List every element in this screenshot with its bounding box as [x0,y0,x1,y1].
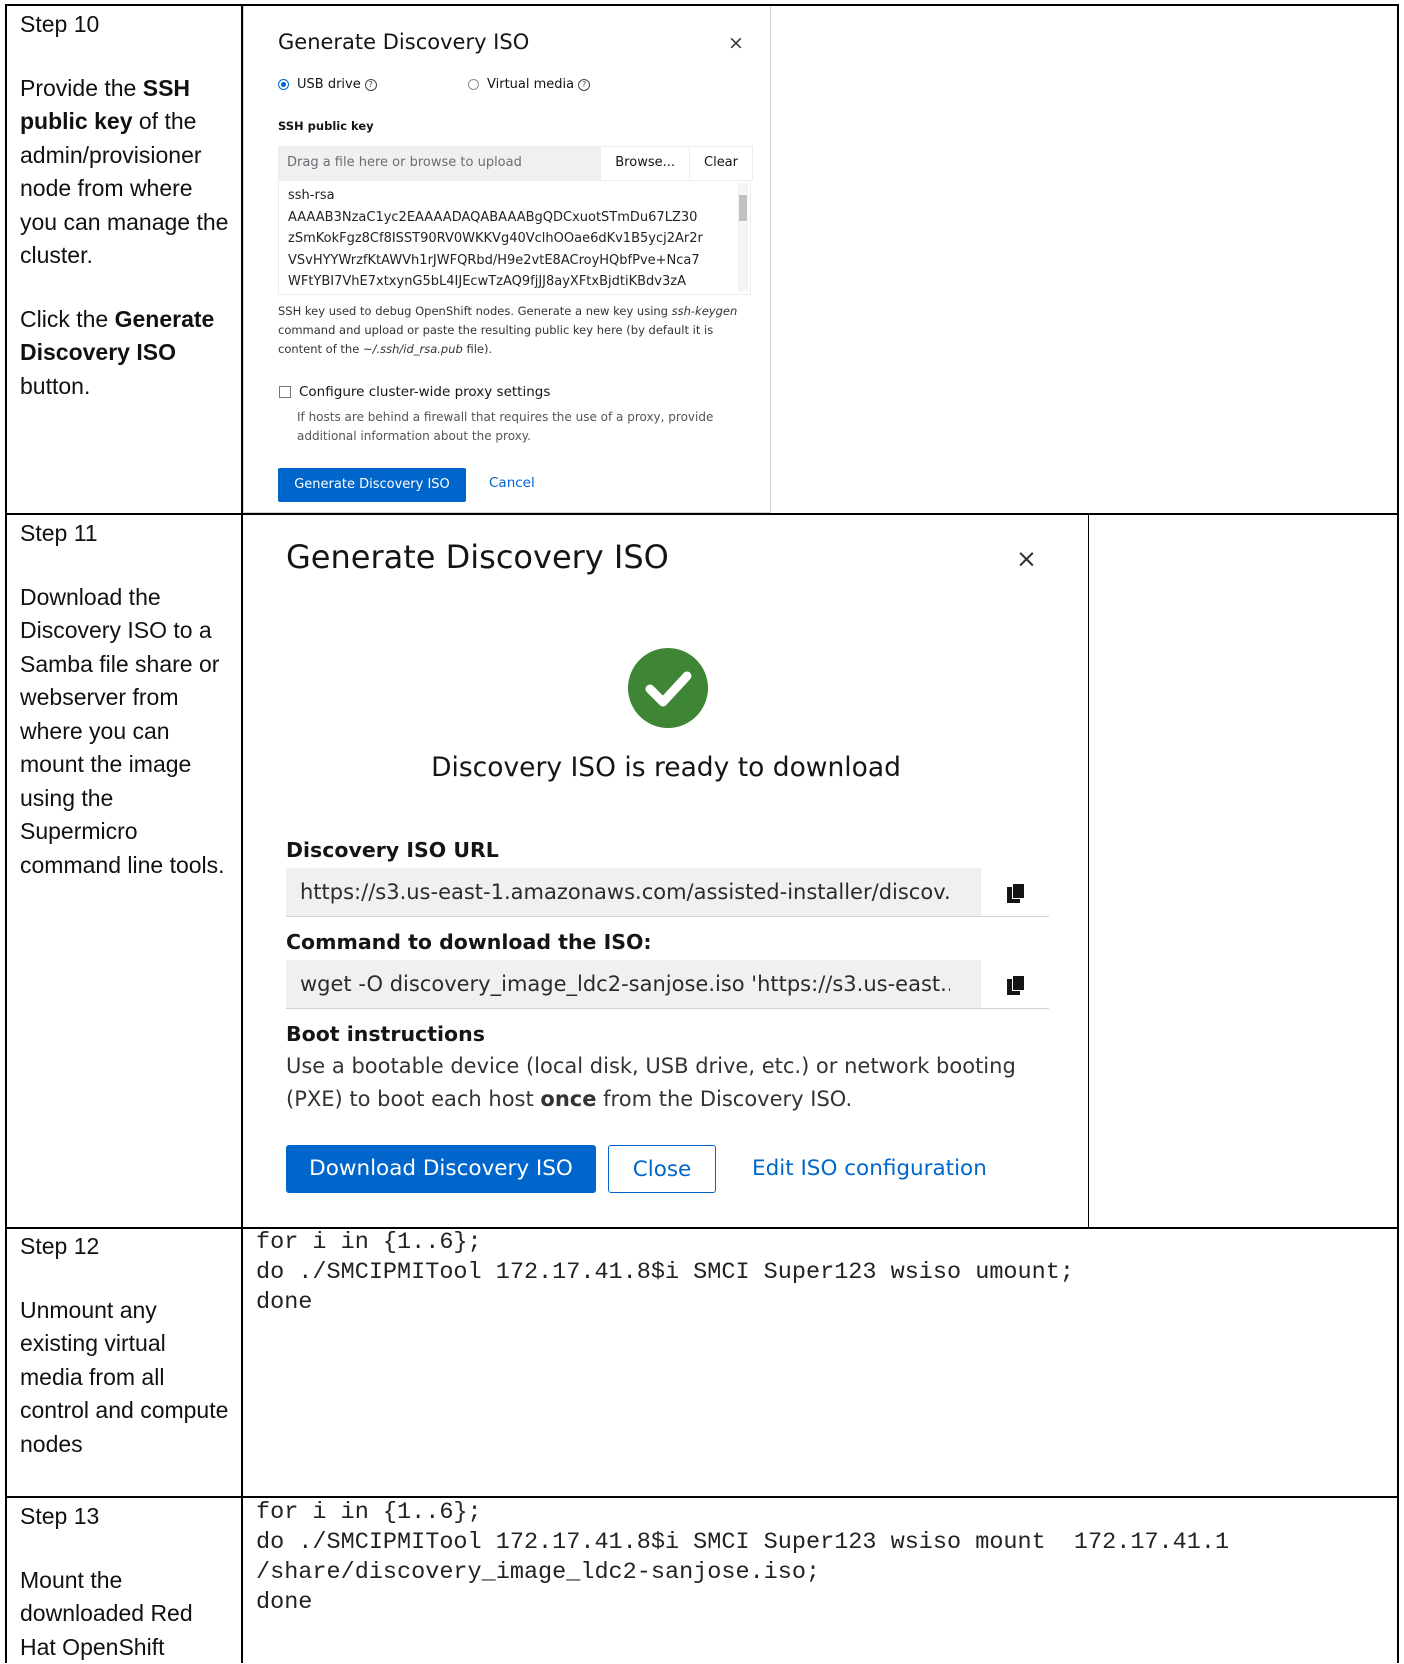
copy-icon [1007,975,1025,995]
row-divider-11 [5,513,1399,515]
command-field: wget -O discovery_image_ldc2-sanjose.iso… [286,960,1049,1009]
step-text: Provide the SSH public key of the admin/… [20,72,230,273]
ssh-key-helper-text: SSH key used to debug OpenShift nodes. G… [278,302,748,359]
iso-url-label: Discovery ISO URL [286,838,499,862]
success-check-icon [628,648,708,728]
boot-instructions-heading: Boot instructions [286,1022,485,1046]
key-line: VSvHYYWrzfKtAWVh1rJWFQRbd/H9e2vtE8ACroyH… [288,250,750,272]
close-icon[interactable]: × [1016,544,1037,573]
key-line: AAAAB3NzaC1yc2EAAAADAQABAAABgQDCxuotSTmD… [288,207,750,229]
step-title: Step 12 [20,1230,230,1264]
boot-instructions-text: Use a bootable device (local disk, USB d… [286,1050,1066,1116]
copy-url-button[interactable] [980,868,1049,916]
iso-url-field: https://s3.us-east-1.amazonaws.com/assis… [286,868,1049,917]
checkbox-icon [279,386,291,398]
code-block-unmount: for i in {1..6}; do ./SMCIPMITool 172.17… [256,1228,1074,1318]
ready-message: Discovery ISO is ready to download [286,752,1046,783]
scrollbar[interactable] [738,183,748,291]
generate-iso-dialog-step10: Generate Discovery ISO × USB drive ? Vir… [243,6,771,513]
iso-url-value[interactable]: https://s3.us-east-1.amazonaws.com/assis… [300,880,950,904]
step11-image-edge [1088,513,1089,1227]
ssh-key-textarea[interactable]: ssh-rsa AAAAB3NzaC1yc2EAAAADAQABAAABgQDC… [278,180,751,295]
proxy-helper-text: If hosts are behind a firewall that requ… [297,408,757,446]
dialog-title: Generate Discovery ISO [286,538,669,576]
dialog-title: Generate Discovery ISO [278,30,529,54]
key-line: WFtYBI7VhE7xtxynG5bL4IJEcwTzAQ9fjJJ8ayXF… [288,271,750,293]
step-text-2: Click the Generate Discovery ISO button. [20,303,230,404]
ssh-key-label: SSH public key [278,119,374,133]
copy-command-button[interactable] [980,960,1049,1008]
code-block-mount: for i in {1..6}; do ./SMCIPMITool 172.17… [256,1498,1229,1618]
radio-virtual-media[interactable]: Virtual media ? [468,77,590,92]
step-title: Step 11 [20,517,230,551]
command-value[interactable]: wget -O discovery_image_ldc2-sanjose.iso… [300,972,950,996]
cancel-button[interactable]: Cancel [489,475,535,491]
edit-iso-config-link[interactable]: Edit ISO configuration [752,1145,1002,1193]
step-title: Step 10 [20,8,230,42]
step12-description: Step 12 Unmount any existing virtual med… [20,1230,230,1461]
generate-iso-button[interactable]: Generate Discovery ISO [278,468,466,502]
key-line: zSmKokFgz8Cf8ISST90RV0WKKVg40VclhOOae6dK… [288,228,750,250]
copy-icon [1007,883,1025,903]
close-icon[interactable]: × [728,32,744,54]
close-button[interactable]: Close [608,1145,716,1193]
table-border-left [5,4,7,1663]
step-title: Step 13 [20,1500,230,1534]
radio-selected-icon [278,79,289,90]
help-icon[interactable]: ? [365,79,377,91]
browse-button[interactable]: Browse... [600,147,689,180]
download-iso-button[interactable]: Download Discovery ISO [286,1145,596,1193]
table-border-right [1397,4,1399,1663]
help-icon[interactable]: ? [578,79,590,91]
step-text: Unmount any existing virtual media from … [20,1294,230,1462]
step-text: Download the Discovery ISO to a Samba fi… [20,581,230,883]
step11-description: Step 11 Download the Discovery ISO to a … [20,517,230,882]
upload-dropzone[interactable]: Drag a file here or browse to upload [279,147,600,180]
step10-description: Step 10 Provide the SSH public key of th… [20,8,230,403]
radio-usb-drive[interactable]: USB drive ? [278,77,377,92]
step13-description: Step 13 Mount the downloaded Red Hat Ope… [20,1500,230,1664]
clear-button[interactable]: Clear [689,147,752,180]
command-label: Command to download the ISO: [286,930,652,954]
radio-unselected-icon [468,79,479,90]
file-upload: Drag a file here or browse to upload Bro… [278,146,753,181]
proxy-checkbox[interactable]: Configure cluster-wide proxy settings [279,384,550,400]
step-text: Mount the downloaded Red Hat OpenShift [20,1564,230,1664]
key-line: ssh-rsa [288,185,750,207]
